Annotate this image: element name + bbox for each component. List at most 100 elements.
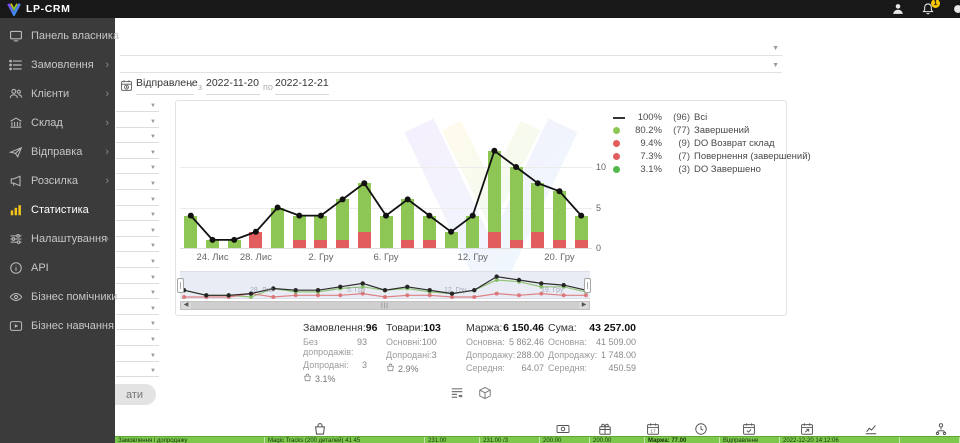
stat-block-2: Маржа:6 150.46Основна:5 862.46Допродажу:… <box>466 322 544 373</box>
brand[interactable]: LP-CRM <box>0 2 70 16</box>
mini-filter-select-10[interactable]: ▼ <box>116 237 159 252</box>
date-type-select[interactable]: Відправлене ▼ <box>136 77 194 95</box>
to-label: по <box>263 82 273 92</box>
chevron-down-icon: ▼ <box>150 212 156 218</box>
stat-value: 96 <box>366 322 378 334</box>
legend-label: Повернення (завершений) <box>694 151 811 162</box>
chart-navigator[interactable]: 28. Лис5. Гру12. Гру19. Гру <box>180 271 590 299</box>
banknote-icon[interactable] <box>556 422 570 436</box>
upsell-rate: 2.9% <box>386 363 436 374</box>
stat-title: Сума:43 257.00 <box>548 322 636 334</box>
table-row[interactable]: Замовлення і допродажуMagic Tracks (200 … <box>115 436 960 443</box>
helpers-icon <box>9 290 23 304</box>
sidebar-item-orders[interactable]: Замовлення› <box>0 50 115 79</box>
scrollbar-grip[interactable]: ||| <box>381 302 389 310</box>
stat-title: Замовлення:96 <box>303 322 367 334</box>
brand-text: LP-CRM <box>26 3 70 15</box>
clock-icon[interactable] <box>694 422 708 436</box>
dashboard-icon <box>9 29 23 43</box>
legend-item-4[interactable]: 3.1%(3)DO Завершено <box>613 163 811 176</box>
chevron-down-icon: ▼ <box>150 275 156 281</box>
user-icon[interactable] <box>891 2 905 16</box>
package-icon[interactable] <box>598 422 612 436</box>
sidebar-item-settings[interactable]: Налаштування› <box>0 224 115 253</box>
calendar-arrow-icon[interactable] <box>800 422 814 436</box>
stat-row: Допродані:3 <box>386 350 436 360</box>
mini-filter-select-16[interactable]: ▼ <box>116 331 159 346</box>
sidebar-item-helpers[interactable]: Бізнес помічники <box>0 282 115 311</box>
chart-scrollbar[interactable]: ◀ ▶ ||| <box>180 301 590 310</box>
legend-item-2[interactable]: 9.4%(9)DO Возврат склад <box>613 137 811 150</box>
sidebar-item-shipping[interactable]: Відправка› <box>0 137 115 166</box>
legend-count: (77) <box>666 125 690 136</box>
sidebar-item-warehouse[interactable]: Склад› <box>0 108 115 137</box>
bell-icon[interactable]: 1 <box>921 2 935 16</box>
sidebar-item-training[interactable]: Бізнес навчання <box>0 311 115 340</box>
legend-item-3[interactable]: 7.3%(7)Повернення (завершений) <box>613 150 811 163</box>
stat-row: Допродажу:1 748.00 <box>548 350 636 360</box>
legend-count: (3) <box>666 164 690 175</box>
mini-filter-select-12[interactable]: ▼ <box>116 269 159 284</box>
filter-select-2[interactable]: ▼ <box>120 53 782 73</box>
stat-row: Допродажу:288.00 <box>466 350 544 360</box>
chevron-down-icon: ▼ <box>150 290 156 296</box>
scroll-left-icon[interactable]: ◀ <box>181 302 191 309</box>
person-network-icon[interactable] <box>934 422 948 436</box>
mini-filter-select-17[interactable]: ▼ <box>116 347 159 362</box>
api-icon <box>9 261 23 275</box>
calendar-date-icon[interactable]: 17 <box>646 422 660 436</box>
notification-badge: 1 <box>931 0 940 8</box>
sidebar-item-label: Бізнес помічники <box>31 291 117 303</box>
training-icon <box>9 319 23 333</box>
calendar-check-icon[interactable] <box>742 422 756 436</box>
table-cell: 200.00 <box>540 437 590 443</box>
sidebar-item-label: Статистика <box>31 204 89 216</box>
sidebar-item-statistics[interactable]: Статистика <box>0 195 115 224</box>
sidebar-item-label: Клієнти <box>31 88 69 100</box>
sidebar-item-clients[interactable]: Клієнти› <box>0 79 115 108</box>
chevron-down-icon: ▼ <box>150 165 156 171</box>
sidebar-item-mailing[interactable]: Розсилка› <box>0 166 115 195</box>
sidebar-item-dashboard[interactable]: Панель власника <box>0 21 115 50</box>
mini-filter-select-18[interactable]: ▼ <box>116 362 159 377</box>
bag-icon <box>303 373 312 384</box>
date-from-input[interactable]: 2022-11-20 <box>206 77 260 95</box>
mini-filter-select-1[interactable]: ▼ <box>116 97 159 112</box>
bag-icon[interactable] <box>313 422 327 436</box>
mini-filter-select-9[interactable]: ▼ <box>116 222 159 237</box>
stat-title: Маржа:6 150.46 <box>466 322 544 334</box>
mini-filter-select-7[interactable]: ▼ <box>116 191 159 206</box>
legend-label: Всі <box>694 112 707 123</box>
mini-filter-select-15[interactable]: ▼ <box>116 315 159 330</box>
scroll-right-icon[interactable]: ▶ <box>579 302 589 309</box>
legend-item-0[interactable]: 100%(96)Всі <box>613 111 811 124</box>
mini-filter-select-13[interactable]: ▼ <box>116 284 159 299</box>
legend-percent: 7.3% <box>629 151 662 162</box>
chevron-right-icon: › <box>105 175 109 187</box>
sidebar-item-api[interactable]: API <box>0 253 115 282</box>
stat-value: 6 150.46 <box>503 322 544 334</box>
report-list-icon[interactable] <box>450 386 464 400</box>
bag-icon <box>386 363 395 374</box>
navigator-tick: 5. Гру <box>347 287 366 294</box>
mini-filter-select-8[interactable]: ▼ <box>116 206 159 221</box>
chevron-right-icon: › <box>105 233 109 245</box>
navigator-right-handle[interactable] <box>584 278 591 293</box>
cube-icon[interactable] <box>478 386 492 400</box>
mini-filter-select-4[interactable]: ▼ <box>116 144 159 159</box>
date-to-input[interactable]: 2022-12-21 <box>275 77 329 95</box>
navigator-left-handle[interactable] <box>177 278 184 293</box>
settings-icon <box>9 232 23 246</box>
line-series <box>180 121 592 248</box>
settings-gear-icon[interactable] <box>951 2 960 16</box>
legend-item-1[interactable]: 80.2%(77)Завершений <box>613 124 811 137</box>
mini-filter-select-6[interactable]: ▼ <box>116 175 159 190</box>
stat-value: 103 <box>423 322 441 334</box>
mini-filter-select-2[interactable]: ▼ <box>116 113 159 128</box>
mini-filter-select-11[interactable]: ▼ <box>116 253 159 268</box>
mini-filter-select-3[interactable]: ▼ <box>116 128 159 143</box>
mini-filter-select-5[interactable]: ▼ <box>116 159 159 174</box>
mini-filter-select-14[interactable]: ▼ <box>116 300 159 315</box>
table-cell <box>900 437 960 443</box>
chart-report-icon[interactable] <box>864 422 878 436</box>
